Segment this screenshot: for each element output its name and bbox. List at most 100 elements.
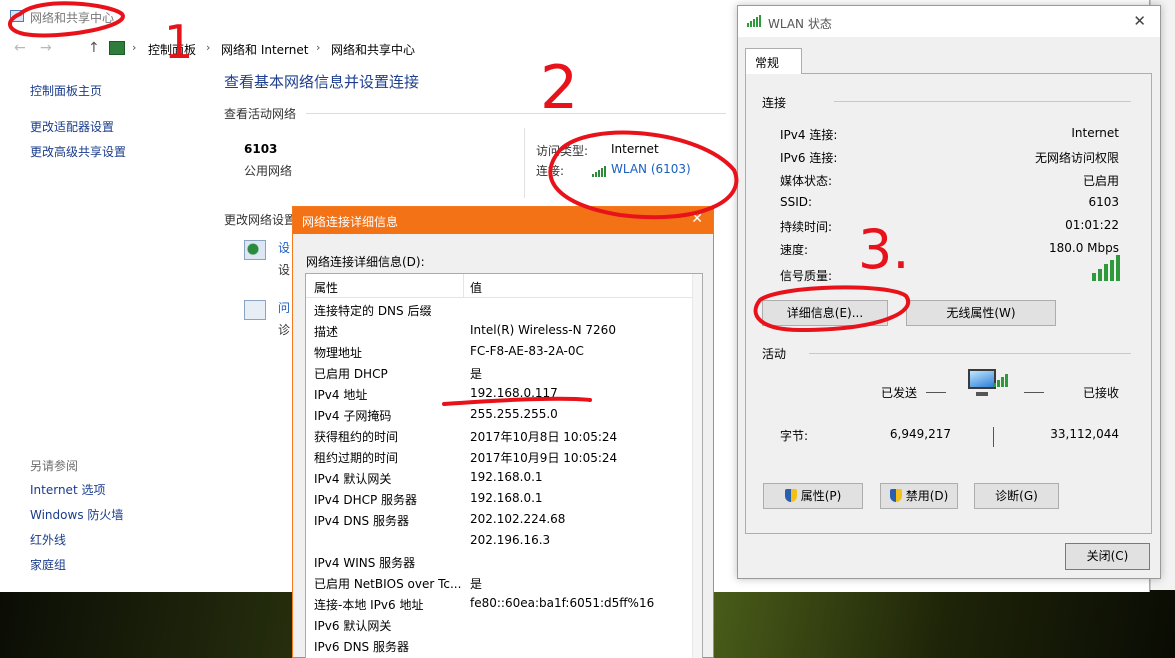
new-connection-icon — [244, 240, 266, 260]
back-arrow-icon[interactable]: ← — [14, 40, 26, 56]
section-divider — [306, 113, 726, 114]
table-row[interactable]: 已启用 NetBIOS over Tc... 是 — [306, 572, 702, 593]
value-cell: FC-F8-AE-83-2A-0C — [470, 344, 584, 358]
wlan-connection-text: WLAN (6103) — [611, 162, 691, 176]
details-scrollbar[interactable] — [692, 274, 702, 658]
close-icon[interactable]: ✕ — [691, 211, 703, 227]
column-header-value[interactable]: 值 — [470, 279, 482, 296]
property-cell: IPv4 DNS 服务器 — [314, 514, 409, 528]
property-cell: IPv4 地址 — [314, 388, 368, 402]
table-row[interactable]: 已启用 DHCP 是 — [306, 362, 702, 383]
change-settings-label: 更改网络设置 — [224, 213, 297, 227]
field-value: Internet — [1071, 126, 1119, 140]
field-label: IPv6 连接: — [780, 151, 838, 165]
wlan-connection-link[interactable]: WLAN (6103) — [592, 162, 691, 177]
sent-line — [926, 392, 946, 393]
field-label: 媒体状态: — [780, 174, 833, 188]
control-panel-icon — [109, 41, 125, 55]
property-cell: IPv6 默认网关 — [314, 619, 392, 633]
windows-firewall-link[interactable]: Windows 防火墙 — [30, 506, 123, 523]
field-value: 无网络访问权限 — [1034, 151, 1119, 165]
see-also-header: 另请参阅 — [30, 459, 79, 473]
table-row[interactable]: 租约过期的时间 2017年10月9日 10:05:24 — [306, 446, 702, 467]
signal-bar — [1110, 259, 1114, 281]
close-button[interactable]: 关闭(C) — [1065, 543, 1150, 570]
control-panel-home-link[interactable]: 控制面板主页 — [30, 82, 102, 99]
general-tab-panel: 连接 IPv4 连接: Internet IPv6 连接: 无网络访问权限 媒体状态: 已… — [745, 73, 1152, 534]
property-cell: 获得租约的时间 — [314, 430, 399, 444]
network-type-link[interactable]: 公用网络 — [244, 162, 292, 179]
details-list[interactable]: 属性 值 连接特定的 DNS 后缀 描述 Intel(R) Wireless-N 7… — [305, 273, 703, 658]
properties-button[interactable]: 属性(P) — [763, 483, 863, 509]
breadcrumb-control-panel[interactable]: 控制面板 — [148, 41, 196, 58]
infrared-link[interactable]: 红外线 — [30, 531, 66, 548]
troubleshoot-icon — [244, 300, 266, 320]
table-row[interactable]: 连接-本地 IPv6 地址 fe80::60ea:ba1f:6051:d5ff%1… — [306, 593, 702, 614]
value-cell: Intel(R) Wireless-N 7260 — [470, 323, 616, 337]
property-cell: 已启用 NetBIOS over Tc... — [314, 577, 462, 591]
table-row[interactable]: IPv4 WINS 服务器 — [306, 551, 702, 572]
details-button[interactable]: 详细信息(E)... — [762, 300, 888, 326]
activity-group-label: 活动 — [762, 347, 787, 361]
breadcrumb-network-internet[interactable]: 网络和 Internet — [221, 41, 308, 58]
tab-general[interactable]: 常规 — [745, 48, 802, 74]
table-row[interactable]: IPv4 子网掩码 255.255.255.0 — [306, 404, 702, 425]
up-arrow-icon[interactable]: ↑ — [88, 40, 100, 56]
access-type-value: Internet — [611, 142, 659, 156]
wlan-status-dialog: WLAN 状态 ✕ 常规 连接 IPv4 连接: Internet IPv6 连接:… — [737, 5, 1161, 579]
troubleshoot-desc: 诊 — [278, 323, 291, 337]
tab-general-label: 常规 — [755, 56, 780, 70]
value-cell: 192.168.0.1 — [470, 491, 543, 505]
advanced-sharing-settings-link[interactable]: 更改高级共享设置 — [30, 143, 126, 160]
page-title: 查看基本网络信息并设置连接 — [224, 73, 420, 91]
property-cell: IPv4 子网掩码 — [314, 409, 392, 423]
table-row[interactable]: IPv4 地址 192.168.0.117 — [306, 383, 702, 404]
property-cell: 已启用 DHCP — [314, 367, 388, 381]
internet-options-link[interactable]: Internet 选项 — [30, 481, 105, 498]
details-title-bar: 网络连接详细信息 ✕ — [293, 207, 713, 234]
wireless-properties-button[interactable]: 无线属性(W) — [906, 300, 1056, 326]
connection-group-label: 连接 — [762, 96, 787, 110]
troubleshoot-link[interactable]: 问 — [278, 299, 290, 316]
wlan-dialog-title: WLAN 状态 — [768, 17, 832, 31]
table-row[interactable]: 连接特定的 DNS 后缀 — [306, 299, 702, 320]
setup-connection-desc: 设 — [278, 263, 291, 277]
breadcrumb-sharing-center[interactable]: 网络和共享中心 — [331, 41, 415, 58]
received-label: 已接收 — [1082, 386, 1119, 400]
table-row[interactable]: IPv4 DHCP 服务器 192.168.0.1 — [306, 488, 702, 509]
homegroup-link[interactable]: 家庭组 — [30, 556, 66, 573]
breadcrumb-separator-icon: › — [206, 41, 211, 54]
property-cell: IPv4 DHCP 服务器 — [314, 493, 418, 507]
setup-connection-link[interactable]: 设 — [278, 239, 290, 256]
wifi-signal-icon — [747, 15, 761, 27]
field-value: 01:01:22 — [1065, 218, 1119, 232]
table-row[interactable]: 物理地址 FC-F8-AE-83-2A-0C — [306, 341, 702, 362]
close-icon[interactable]: ✕ — [1133, 12, 1146, 30]
table-row[interactable]: 202.196.16.3 — [306, 530, 702, 551]
table-row[interactable]: 描述 Intel(R) Wireless-N 7260 — [306, 320, 702, 341]
value-cell: 2017年10月8日 10:05:24 — [470, 430, 618, 444]
table-row[interactable]: IPv6 DNS 服务器 — [306, 635, 702, 656]
column-header-property[interactable]: 属性 — [314, 279, 338, 296]
value-cell: 2017年10月9日 10:05:24 — [470, 451, 618, 465]
table-row[interactable]: IPv4 DNS 服务器 202.102.224.68 — [306, 509, 702, 530]
sent-label: 已发送 — [881, 386, 918, 400]
uac-shield-icon — [889, 489, 902, 502]
column-divider — [463, 274, 464, 298]
bytes-received-value: 33,112,044 — [1050, 427, 1119, 441]
forward-arrow-icon[interactable]: → — [40, 40, 52, 56]
value-cell: 192.168.0.1 — [470, 470, 543, 484]
table-row[interactable]: IPv4 默认网关 192.168.0.1 — [306, 467, 702, 488]
disable-button[interactable]: 禁用(D) — [880, 483, 958, 509]
bytes-divider — [993, 427, 994, 447]
table-row[interactable]: IPv6 默认网关 — [306, 614, 702, 635]
breadcrumb-separator-icon: › — [132, 41, 137, 54]
diagnose-button[interactable]: 诊断(G) — [974, 483, 1059, 509]
property-cell: IPv4 WINS 服务器 — [314, 556, 416, 570]
table-row[interactable]: 获得租约的时间 2017年10月8日 10:05:24 — [306, 425, 702, 446]
field-value: 180.0 Mbps — [1048, 241, 1119, 255]
change-adapter-settings-link[interactable]: 更改适配器设置 — [30, 118, 114, 135]
value-cell: 255.255.255.0 — [470, 407, 558, 421]
breadcrumb-separator-icon: › — [316, 41, 321, 54]
signal-quality-label: 信号质量: — [780, 269, 833, 283]
